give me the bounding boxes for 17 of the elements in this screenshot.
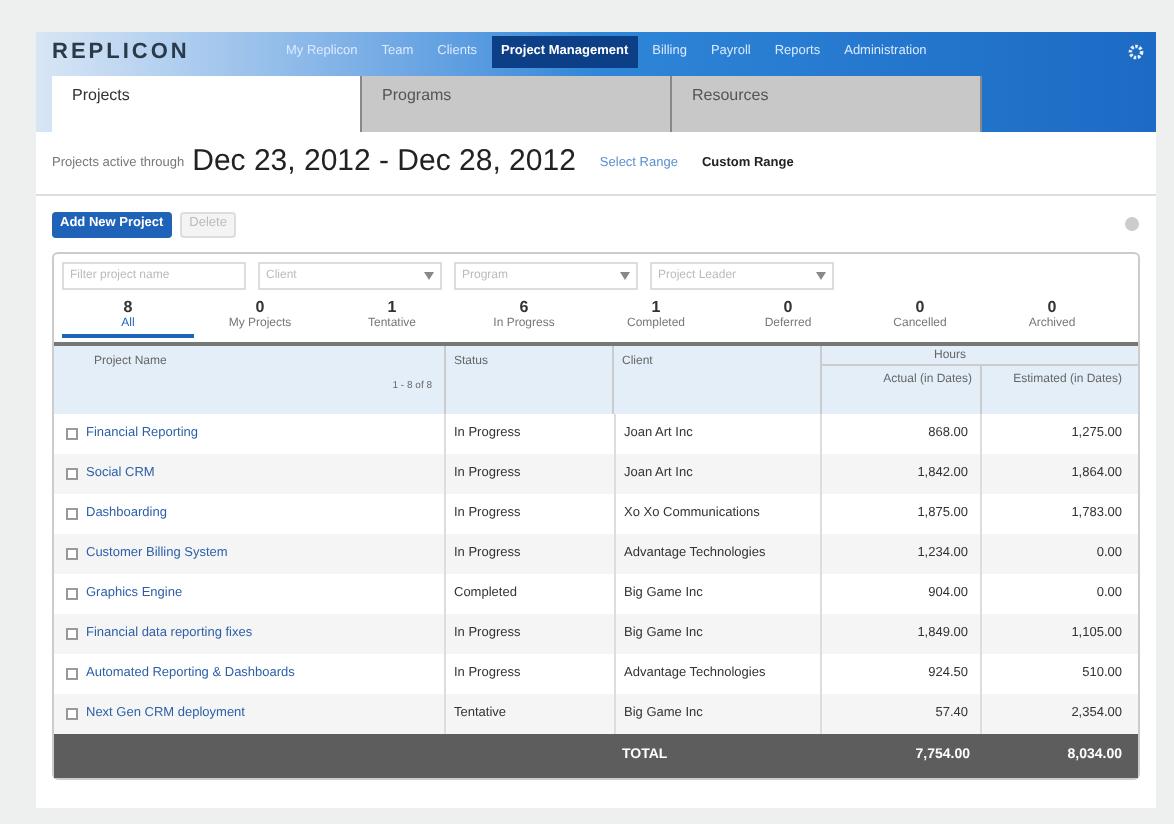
caret-icon [424,272,434,280]
logo: REPLICON [52,37,192,68]
date-range: Dec 23, 2012 - Dec 28, 2012 [192,142,576,183]
row-checkbox[interactable] [66,588,78,600]
row-checkbox[interactable] [66,628,78,640]
settings-icon[interactable] [1128,44,1144,60]
tab[interactable]: Projects [52,76,362,132]
tab[interactable]: Resources [672,76,982,132]
row-checkbox[interactable] [66,708,78,720]
row-checkbox[interactable] [66,428,78,440]
row-checkbox[interactable] [66,508,78,520]
row-checkbox[interactable] [66,548,78,560]
row-checkbox[interactable] [66,468,78,480]
caret-icon [620,272,630,280]
tab[interactable]: Programs [362,76,672,132]
row-checkbox[interactable] [66,668,78,680]
caret-icon [816,272,826,280]
